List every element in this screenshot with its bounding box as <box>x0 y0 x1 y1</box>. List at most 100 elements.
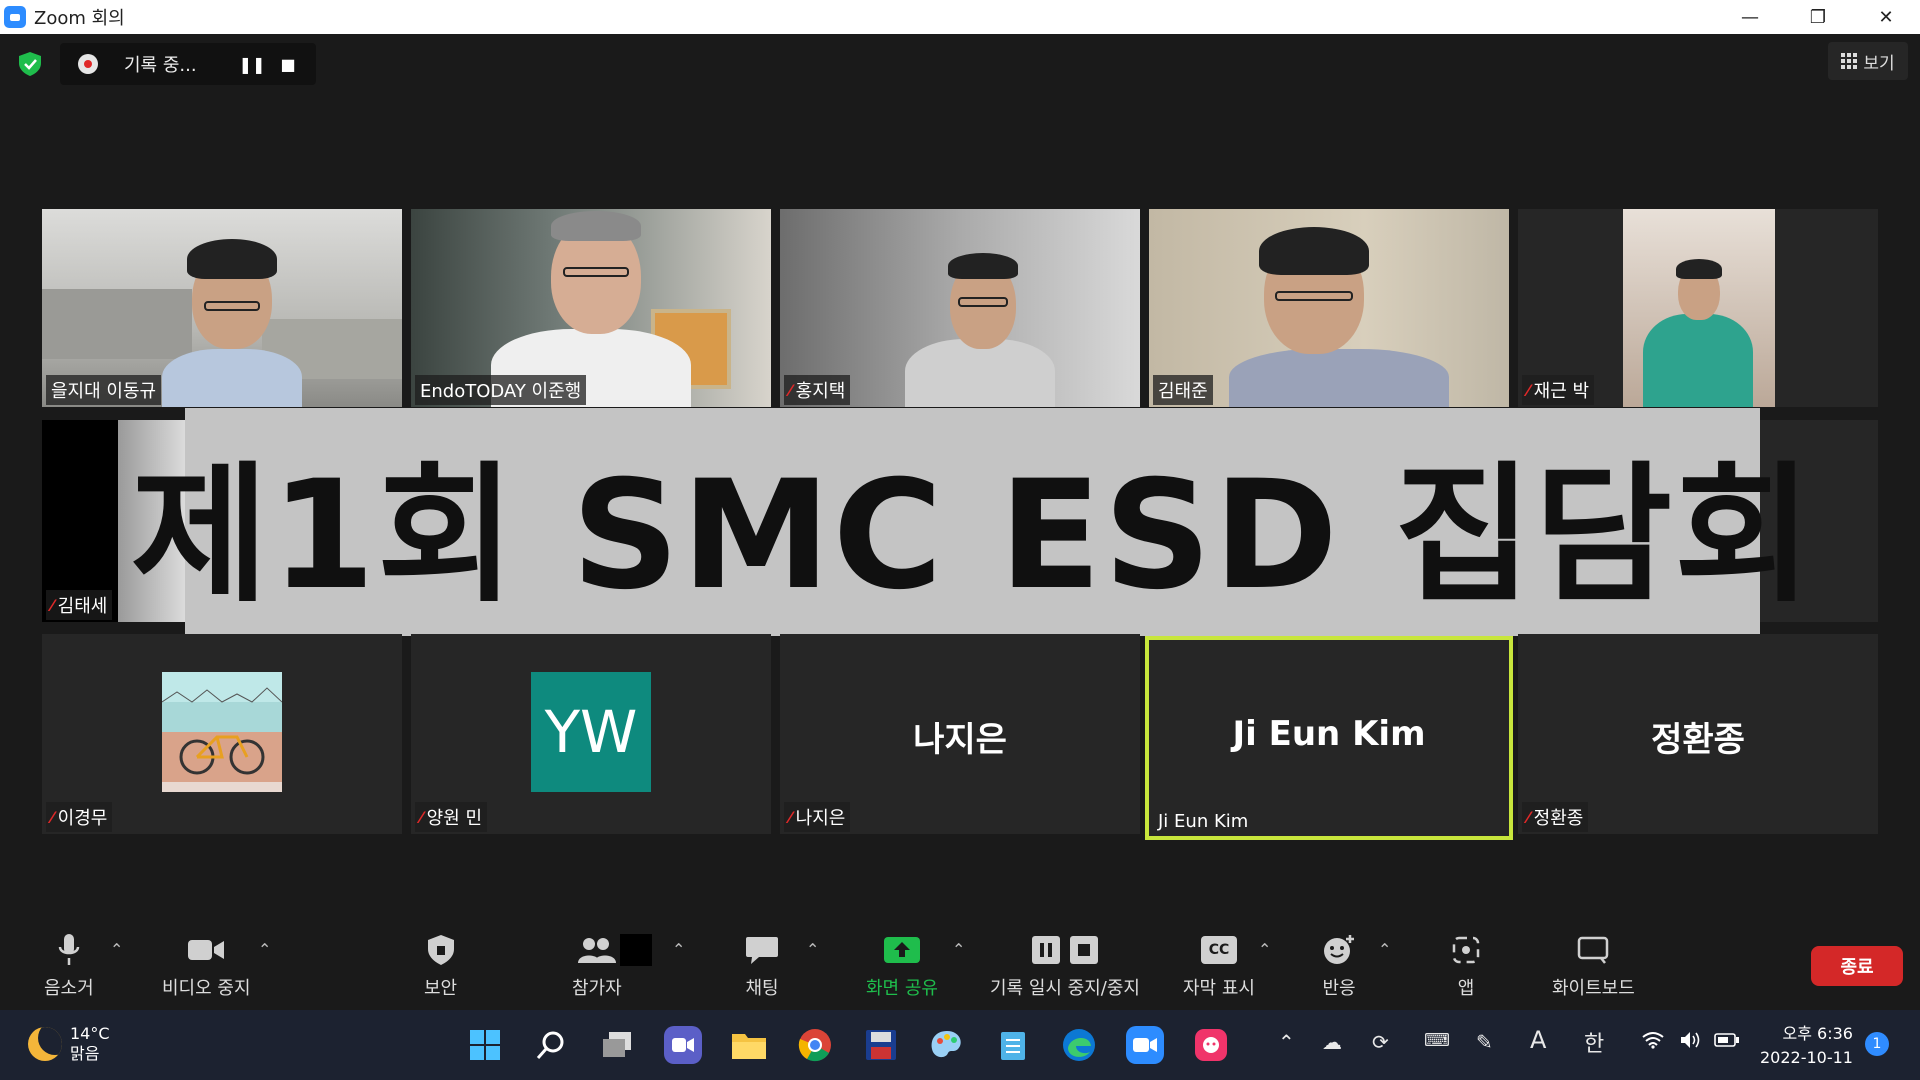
end-meeting-button[interactable]: 종료 <box>1811 946 1903 986</box>
captions-options-caret[interactable]: ⌃ <box>1258 940 1271 959</box>
window-title: Zoom 회의 <box>34 8 125 29</box>
save-disk-icon[interactable] <box>862 1026 900 1064</box>
clock-date: 2022-10-11 <box>1760 1048 1853 1067</box>
muted-mic-icon: ⁄ <box>420 807 423 827</box>
participant-name: ⁄ 나지은 <box>784 802 851 832</box>
windows-taskbar: 14°C 맑음 ⌃ ☁ ⟳ ⌨ ✎ A 한 오후 6:36 2022-10-11… <box>0 1010 1920 1080</box>
participant-name: 을지대 이동규 <box>46 375 162 405</box>
title-bar: Zoom 회의 — ❐ ✕ <box>0 0 1920 34</box>
task-view-icon[interactable] <box>598 1026 636 1064</box>
audio-options-caret[interactable]: ⌃ <box>110 940 123 959</box>
keyboard-icon[interactable]: ⌨ <box>1424 1030 1450 1051</box>
participant-display-name: 나지은 <box>913 720 1007 760</box>
view-button[interactable]: 보기 <box>1828 42 1908 80</box>
pen-input-icon[interactable]: ✎ <box>1476 1030 1493 1054</box>
closed-captions-icon: CC <box>1200 930 1237 970</box>
chat-bubble-icon <box>745 930 779 970</box>
file-explorer-icon[interactable] <box>730 1026 768 1064</box>
battery-icon[interactable] <box>1714 1030 1740 1054</box>
whiteboard-button[interactable]: 화이트보드 <box>1552 930 1635 1000</box>
restore-button[interactable]: ❐ <box>1784 0 1852 34</box>
participants-icon <box>577 930 617 970</box>
zoom-logo-icon <box>4 6 26 28</box>
video-tile[interactable]: 을지대 이동규 <box>42 209 402 407</box>
zoom-window: Zoom 회의 — ❐ ✕ 기록 중... ❚❚ ■ 보기 을지대 이동규 En… <box>0 0 1920 1080</box>
notification-badge[interactable]: 1 <box>1865 1032 1889 1056</box>
chrome-icon[interactable] <box>796 1026 834 1064</box>
teams-chat-icon[interactable] <box>664 1026 702 1064</box>
ime-language-indicator[interactable]: 한 <box>1584 1026 1604 1058</box>
video-tile[interactable]: 나지은 ⁄ 나지은 <box>780 634 1140 834</box>
pause-stop-recording-button[interactable]: 기록 일시 중지/중지 <box>990 930 1140 1000</box>
reactions-button[interactable]: 반응 <box>1322 930 1356 1000</box>
video-tile[interactable]: 김태준 <box>1149 209 1509 407</box>
share-options-caret[interactable]: ⌃ <box>952 940 965 959</box>
system-clock[interactable]: 오후 6:36 2022-10-11 <box>1760 1022 1853 1070</box>
video-tile[interactable]: ⁄ 이경무 <box>42 634 402 834</box>
chat-button[interactable]: 채팅 <box>745 930 779 1000</box>
mute-button[interactable]: 음소거 <box>44 930 94 1000</box>
participant-display-name: Ji Eun Kim <box>1232 714 1426 754</box>
ime-mode-indicator[interactable]: A <box>1530 1026 1546 1054</box>
video-camera-icon <box>187 930 225 970</box>
whiteboard-icon <box>1577 930 1609 970</box>
pause-recording-button[interactable]: ❚❚ <box>234 43 270 85</box>
security-shield-icon <box>427 930 455 970</box>
edge-icon[interactable] <box>1060 1026 1098 1064</box>
participant-name: 김태준 <box>1153 375 1213 405</box>
record-dot-icon <box>78 54 98 74</box>
moon-icon <box>28 1027 62 1061</box>
video-tile[interactable]: EndoTODAY 이준행 <box>411 209 771 407</box>
windows-start-icon[interactable] <box>466 1026 504 1064</box>
show-hidden-icons-chevron[interactable]: ⌃ <box>1278 1030 1295 1054</box>
participant-name: ⁄ 이경무 <box>46 802 113 832</box>
muted-mic-icon: ⁄ <box>789 380 792 400</box>
reactions-options-caret[interactable]: ⌃ <box>1378 940 1391 959</box>
clock-time: 오후 6:36 <box>1782 1024 1853 1043</box>
muted-mic-icon: ⁄ <box>51 595 54 615</box>
search-icon[interactable] <box>532 1026 570 1064</box>
weather-widget[interactable]: 14°C 맑음 <box>28 1024 110 1064</box>
sync-icon[interactable]: ⟳ <box>1372 1030 1389 1054</box>
muted-mic-icon: ⁄ <box>789 807 792 827</box>
chat-options-caret[interactable]: ⌃ <box>806 940 819 959</box>
weather-condition: 맑음 <box>70 1044 100 1063</box>
participant-name: ⁄ 홍지택 <box>784 375 851 405</box>
stop-video-button[interactable]: 비디오 중지 <box>162 930 251 1000</box>
emoji-plus-icon <box>1322 930 1356 970</box>
volume-icon[interactable] <box>1680 1030 1702 1054</box>
recording-indicator: 기록 중... ❚❚ ■ <box>60 43 316 85</box>
participant-name: EndoTODAY 이준행 <box>415 375 587 405</box>
paint-palette-icon[interactable] <box>928 1026 966 1064</box>
encryption-shield-icon[interactable] <box>17 51 43 77</box>
share-screen-button[interactable]: 화면 공유 <box>866 930 938 1000</box>
title-banner: 제1회 SMC ESD 집담회 <box>131 408 1812 636</box>
bicycle-avatar-icon <box>162 672 282 792</box>
muted-mic-icon: ⁄ <box>1527 380 1530 400</box>
muted-mic-icon: ⁄ <box>51 807 54 827</box>
minimize-button[interactable]: — <box>1716 0 1784 34</box>
security-button[interactable]: 보안 <box>424 930 457 1000</box>
notepad-icon[interactable] <box>994 1026 1032 1064</box>
participants-button[interactable]: 참가자 <box>572 930 622 1000</box>
apps-button[interactable]: 앱 <box>1452 930 1480 1000</box>
messenger-app-icon[interactable] <box>1192 1026 1230 1064</box>
video-tile[interactable]: YW ⁄ 양원 민 <box>411 634 771 834</box>
microphone-icon <box>58 930 80 970</box>
participants-options-caret[interactable]: ⌃ <box>672 940 685 959</box>
zoom-app-icon[interactable] <box>1126 1026 1164 1064</box>
stop-recording-button[interactable]: ■ <box>270 43 306 85</box>
captions-button[interactable]: CC 자막 표시 <box>1183 930 1255 1000</box>
close-button[interactable]: ✕ <box>1852 0 1920 34</box>
meeting-toolbar: 음소거 ⌃ 비디오 중지 ⌃ 보안 참가자 ⌃ 채팅 ⌃ 화면 공유 ⌃ 기록 … <box>0 920 1920 1010</box>
video-tile[interactable]: ⁄ 홍지택 <box>780 209 1140 407</box>
video-tile[interactable]: ⁄ 재근 박 <box>1518 209 1878 407</box>
recording-status: 기록 중... <box>124 55 197 76</box>
onedrive-cloud-icon[interactable]: ☁ <box>1322 1030 1342 1054</box>
participant-display-name: 정환종 <box>1651 720 1745 760</box>
video-options-caret[interactable]: ⌃ <box>258 940 271 959</box>
banner-text: 제1회 SMC ESD 집담회 <box>130 448 1815 623</box>
video-tile[interactable]: 정환종 ⁄ 정환종 <box>1518 634 1878 834</box>
active-speaker-tile[interactable]: Ji Eun Kim Ji Eun Kim <box>1145 636 1513 840</box>
wifi-icon[interactable] <box>1642 1030 1664 1054</box>
